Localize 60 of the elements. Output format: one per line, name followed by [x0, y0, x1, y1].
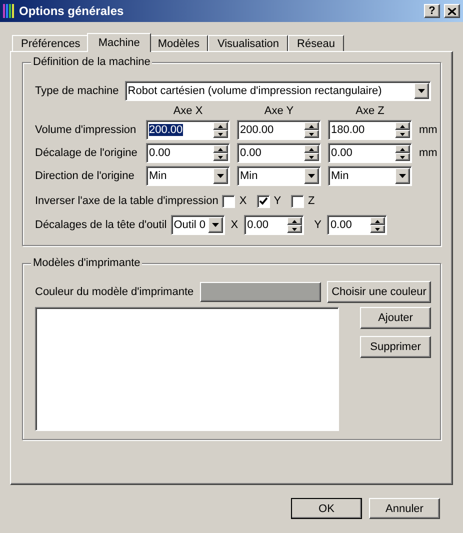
tab[interactable]: Machine: [87, 33, 151, 52]
close-button[interactable]: [444, 4, 460, 18]
spin-arrows-icon[interactable]: [304, 122, 319, 138]
checkbox[interactable]: [256, 194, 270, 208]
app-logo-icon: [3, 4, 15, 18]
dialog-button[interactable]: Annuler: [369, 498, 440, 519]
spin-field[interactable]: 0.00: [244, 215, 304, 235]
close-icon: [448, 8, 456, 14]
tab[interactable]: Préférences: [12, 35, 90, 51]
checkbox[interactable]: [222, 194, 236, 208]
field-label: Inverser l'axe de la table d'impression: [35, 195, 218, 207]
checkbox[interactable]: [291, 194, 304, 208]
checkbox-label: Y: [274, 195, 282, 207]
spin-arrows-icon[interactable]: [213, 122, 228, 138]
unit-label: mm: [419, 147, 437, 159]
tab[interactable]: Modèles: [148, 35, 208, 51]
spin-field[interactable]: 0.00: [146, 143, 230, 163]
group-title: Définition de la machine: [31, 56, 152, 68]
unit-label: mm: [419, 124, 437, 136]
checkbox-label: X: [239, 195, 247, 207]
tab[interactable]: Visualisation: [208, 35, 288, 51]
spin-arrows-icon[interactable]: [287, 217, 302, 233]
column-header: Axe Z: [354, 105, 386, 117]
field-label: Direction de l'origine: [35, 170, 136, 182]
axis-label: Y: [314, 219, 322, 231]
spin-field[interactable]: 180.00: [328, 120, 412, 140]
spin-arrows-icon[interactable]: [370, 217, 386, 233]
default-button[interactable]: OK: [291, 498, 362, 519]
group-title: Modèles d'imprimante: [31, 257, 142, 269]
axis-label: X: [230, 219, 238, 231]
dropdown[interactable]: Outil 0: [170, 215, 225, 235]
field-label: Décalages de la tête d'outil: [35, 219, 167, 231]
help-button[interactable]: ?: [424, 4, 440, 18]
add-button[interactable]: Ajouter: [360, 307, 431, 329]
field-label: Type de machine: [35, 85, 119, 97]
spin-field[interactable]: 0.00: [237, 143, 321, 163]
dropdown[interactable]: Min: [237, 166, 321, 186]
window-title: Options générales: [19, 4, 125, 18]
spin-arrows-icon[interactable]: [395, 122, 410, 138]
spin-field[interactable]: 200.00: [146, 120, 230, 140]
column-header: Axe Y: [263, 105, 295, 117]
delete-button[interactable]: Supprimer: [360, 336, 431, 358]
dropdown[interactable]: Robot cartésien (volume d'impression rectangulaire): [124, 81, 431, 101]
field-label: Volume d'impression: [35, 124, 138, 136]
dropdown[interactable]: Min: [328, 166, 412, 186]
dropdown[interactable]: Min: [146, 166, 230, 186]
printer-model-list[interactable]: [35, 307, 339, 431]
column-header: Axe X: [172, 105, 204, 117]
choose-color-button[interactable]: Choisir une couleur: [327, 281, 431, 303]
spin-field[interactable]: 200.00: [237, 120, 321, 140]
checkbox-label: Z: [308, 195, 315, 207]
tab[interactable]: Réseau: [288, 35, 344, 51]
spin-arrows-icon[interactable]: [395, 145, 410, 161]
spin-field[interactable]: 0.00: [327, 215, 388, 235]
spin-arrows-icon[interactable]: [213, 145, 228, 161]
spin-field[interactable]: 0.00: [328, 143, 412, 163]
spin-arrows-icon[interactable]: [304, 145, 319, 161]
field-label: Couleur du modèle d'imprimante: [35, 286, 194, 298]
color-swatch[interactable]: [200, 282, 321, 302]
field-label: Décalage de l'origine: [35, 147, 138, 159]
